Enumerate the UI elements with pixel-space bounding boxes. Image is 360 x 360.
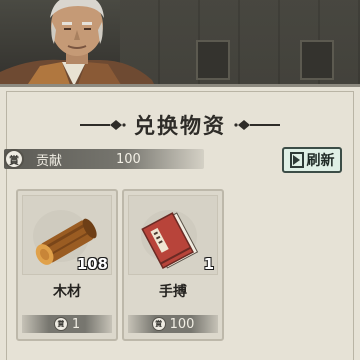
coin-icon: 賞	[4, 149, 24, 169]
play-icon	[289, 152, 304, 168]
wall-frame	[300, 40, 334, 80]
exchange-panel: 兑换物资 賞 贡献 100 刷新 108 木材 賞 1 1 手搏 賞 100	[0, 84, 360, 360]
refresh-button[interactable]: 刷新	[282, 147, 342, 173]
item-name: 木材	[53, 284, 81, 300]
currency-name: 贡献	[36, 153, 63, 169]
npc-portrait	[0, 0, 160, 96]
character-scene	[0, 0, 360, 96]
item-quantity: 1	[203, 255, 214, 273]
item-price-value: 100	[169, 316, 195, 332]
wall-frame	[196, 40, 230, 80]
item-name: 手搏	[159, 284, 187, 300]
item-quantity: 108	[76, 255, 108, 273]
item-price: 賞 100	[128, 315, 218, 333]
coin-icon: 賞	[151, 317, 166, 331]
currency-bar: 賞 贡献 100	[4, 149, 204, 169]
panel-title: 兑换物资	[134, 113, 226, 138]
ornament-right-icon	[234, 120, 280, 130]
item-card-manual[interactable]: 1 手搏 賞 100	[122, 189, 224, 341]
currency-amount: 100	[116, 151, 141, 167]
item-card-wood[interactable]: 108 木材 賞 1	[16, 189, 118, 341]
item-price-value: 1	[71, 316, 81, 332]
refresh-label: 刷新	[306, 153, 335, 169]
ornament-left-icon	[80, 120, 126, 130]
item-price: 賞 1	[22, 315, 112, 333]
panel-header: 兑换物资	[0, 105, 360, 145]
coin-icon: 賞	[53, 317, 68, 331]
